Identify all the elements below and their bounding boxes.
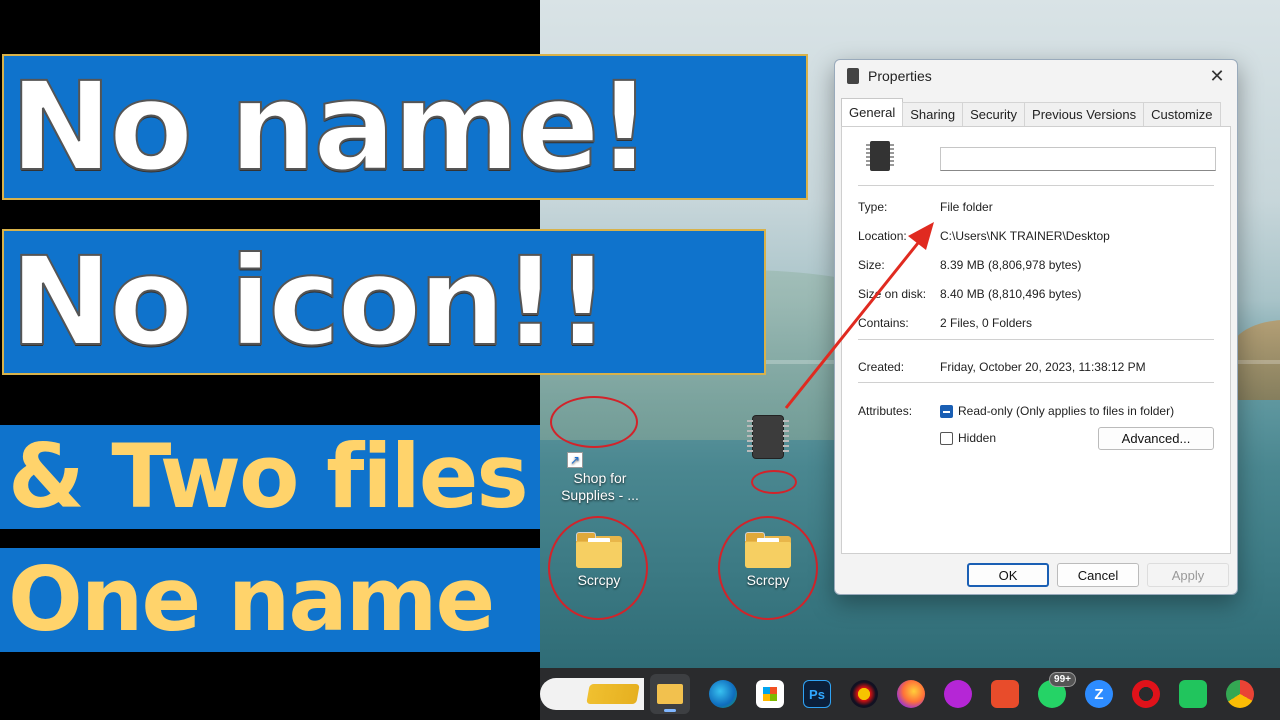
chip-icon (847, 68, 859, 84)
close-icon[interactable]: ✕ (1207, 66, 1227, 87)
banner-one-name: One name (0, 548, 540, 652)
divider (858, 185, 1214, 186)
taskbar: Ps 99+ Z (540, 668, 1280, 720)
store-icon[interactable] (756, 680, 784, 708)
ok-button[interactable]: OK (967, 563, 1049, 587)
app-icon[interactable] (850, 680, 878, 708)
row-size: Size: 8.39 MB (8,806,978 bytes) (858, 258, 1218, 272)
size-value: 8.39 MB (8,806,978 bytes) (940, 258, 1082, 272)
notification-badge: 99+ (1049, 672, 1076, 687)
general-panel: Type: File folder Location: C:\Users\NK … (841, 126, 1231, 554)
type-label: Type: (858, 200, 888, 214)
chrome-icon[interactable] (1226, 680, 1254, 708)
banner-text-one-name: One name (8, 548, 495, 651)
annotation-ring-missing-label (751, 470, 797, 494)
readonly-checkbox[interactable]: Read-only (Only applies to files in fold… (940, 404, 1174, 418)
row-created: Created: Friday, October 20, 2023, 11:38… (858, 360, 1218, 374)
mask-app-icon[interactable] (944, 680, 972, 708)
divider (858, 339, 1214, 340)
annotation-ring-empty-name (550, 396, 638, 448)
chip-icon (747, 416, 789, 458)
readonly-label: Read-only (Only applies to files in fold… (958, 404, 1175, 418)
hidden-checkbox[interactable]: Hidden (940, 431, 996, 445)
row-type: Type: File folder (858, 200, 1218, 214)
hidden-label: Hidden (958, 431, 997, 445)
folder-name-field[interactable] (940, 147, 1216, 171)
tab-general[interactable]: General (841, 98, 904, 126)
row-contains: Contains: 2 Files, 0 Folders (858, 316, 1218, 330)
dialog-tabs: General Sharing Security Previous Versio… (841, 98, 1221, 126)
annotation-ring-folder-1 (548, 516, 648, 620)
annotation-ring-folder-2 (718, 516, 818, 620)
taskbar-file-explorer[interactable] (650, 674, 690, 714)
tab-security[interactable]: Security (962, 102, 1026, 126)
size-label: Size: (858, 258, 885, 272)
contains-label: Contains: (858, 316, 909, 330)
banner-two-files: & Two files (0, 425, 540, 529)
size-on-disk-value: 8.40 MB (8,810,496 bytes) (940, 287, 1082, 301)
banner-text-two-files: & Two files (8, 425, 529, 528)
whatsapp-icon[interactable]: 99+ (1038, 672, 1076, 708)
cancel-button[interactable]: Cancel (1057, 563, 1139, 587)
created-value: Friday, October 20, 2023, 11:38:12 PM (940, 360, 1146, 374)
type-value: File folder (940, 200, 993, 214)
store-logo-icon (763, 687, 777, 701)
row-size-on-disk: Size on disk: 8.40 MB (8,810,496 bytes) (858, 287, 1218, 301)
checkbox-icon (940, 431, 953, 445)
file-explorer-icon (657, 684, 683, 704)
properties-dialog: Properties ✕ General Sharing Security Pr… (834, 59, 1238, 595)
location-label: Location: (858, 229, 907, 243)
banner-no-icon: No icon!! (2, 229, 766, 375)
taskbar-search-box[interactable] (540, 678, 644, 710)
banner-text-no-name: No name! (9, 56, 653, 198)
chip-icon (866, 141, 894, 171)
advanced-button[interactable]: Advanced... (1098, 427, 1214, 450)
banner-text-no-icon: No icon!! (9, 231, 611, 373)
photoshop-icon[interactable]: Ps (803, 680, 831, 708)
tab-customize[interactable]: Customize (1143, 102, 1221, 126)
search-highlight-icon (586, 684, 640, 704)
shortcut-label-line1: Shop for (573, 470, 627, 486)
shortcut-label-line2: Supplies - ... (561, 487, 639, 503)
attributes-label: Attributes: (858, 404, 913, 418)
checkbox-indeterminate-icon (940, 404, 953, 418)
desktop-shortcut-shop-supplies[interactable]: ↗ Shop for Supplies - ... (555, 452, 645, 504)
dialog-title: Properties (868, 68, 932, 84)
tab-sharing[interactable]: Sharing (902, 102, 964, 126)
apply-button[interactable]: Apply (1147, 563, 1229, 587)
tab-previous-versions[interactable]: Previous Versions (1024, 102, 1145, 126)
green-app-icon[interactable] (1179, 680, 1207, 708)
location-value: C:\Users\NK TRAINER\Desktop (940, 229, 1110, 243)
firefox-icon[interactable] (897, 680, 925, 708)
edge-icon[interactable] (709, 680, 737, 708)
banner-no-name: No name! (2, 54, 808, 200)
shortcut-arrow-icon: ↗ (567, 452, 583, 468)
row-location: Location: C:\Users\NK TRAINER\Desktop (858, 229, 1218, 243)
size-on-disk-label: Size on disk: (858, 287, 927, 301)
created-label: Created: (858, 360, 905, 374)
contains-value: 2 Files, 0 Folders (940, 316, 1033, 330)
divider (858, 382, 1214, 383)
opera-icon[interactable] (1132, 680, 1160, 708)
desktop-nameless-folder[interactable] (723, 416, 813, 458)
zoom-icon[interactable]: Z (1085, 680, 1113, 708)
dialog-titlebar[interactable]: Properties ✕ (835, 60, 1237, 92)
c-app-icon[interactable] (991, 680, 1019, 708)
